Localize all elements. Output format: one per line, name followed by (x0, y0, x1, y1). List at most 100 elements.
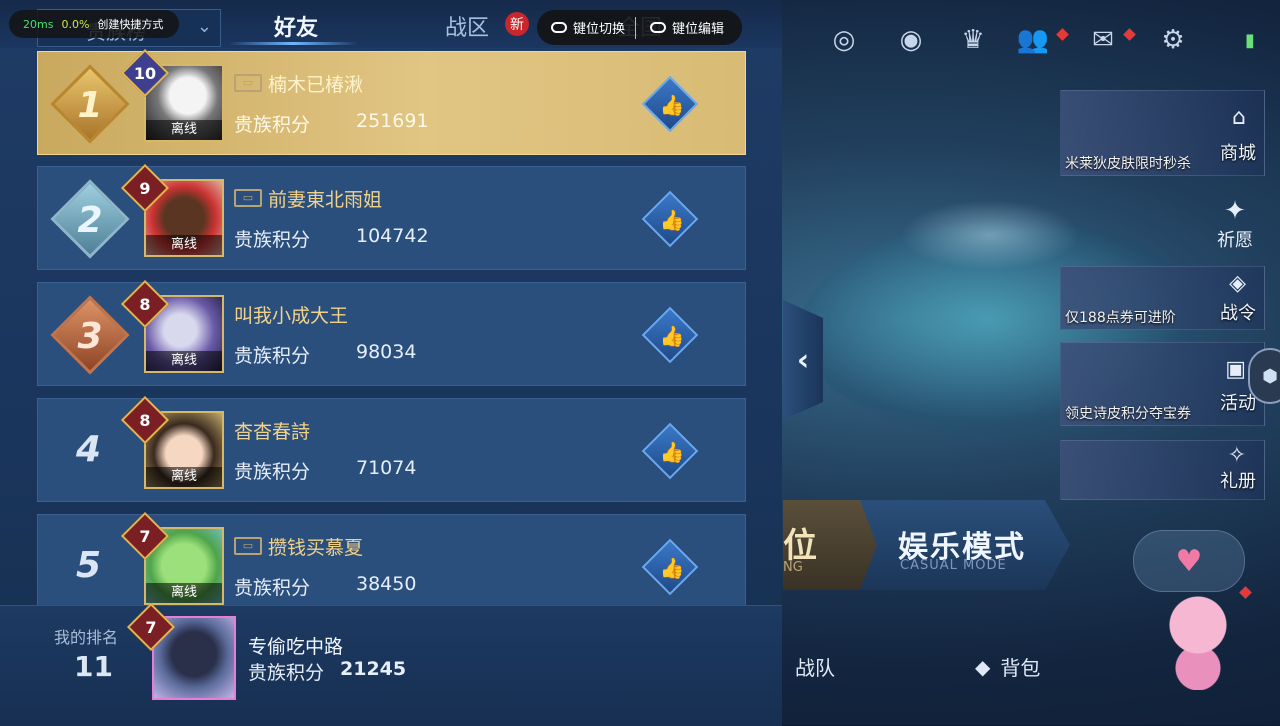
my-score-value: 21245 (340, 658, 407, 680)
thumbs-up-icon[interactable]: 👍 (652, 551, 692, 585)
score-value: 71074 (356, 457, 417, 479)
leaderboard-row[interactable]: 3 离线 8 叫我小成大王 贵族积分 98034 👍 (37, 279, 746, 386)
key-switch-label: 键位切换 (573, 22, 626, 37)
level-badge: 8 (120, 395, 170, 445)
wish-label: 祈愿 (1217, 230, 1253, 251)
trophy-icon[interactable]: ♛ (955, 22, 991, 58)
rank-badge-gold: 1 (50, 64, 130, 144)
eye-icon[interactable]: ◉ (893, 22, 929, 58)
events-caption: 领史诗皮积分夺宝券 (1065, 406, 1191, 422)
rank-badge-silver: 2 (50, 179, 130, 259)
gift-book-card[interactable]: ✧ 礼册 (1060, 440, 1265, 500)
level-badge: 7 (120, 511, 170, 561)
my-player-name: 专偷吃中路 (248, 636, 344, 658)
gamepad-icon (551, 22, 567, 33)
floating-menu-button[interactable]: ⬢ (1248, 348, 1280, 404)
wish-icon: ✦ (1224, 196, 1246, 226)
notification-dot (1123, 28, 1136, 41)
nav-bag[interactable]: ◆ 背包 (975, 652, 1040, 681)
target-icon[interactable]: ◎ (826, 22, 862, 58)
friend-tag-icon: ▭ (234, 74, 262, 92)
mascot-character[interactable] (1158, 590, 1238, 690)
keymap-toolbar: 键位切换 键位编辑 (537, 10, 742, 45)
battle-pass-card[interactable]: ◈ 战令 仅188点券可进阶 (1060, 266, 1265, 330)
player-name: 前妻東北雨姐 (268, 189, 383, 211)
player-name: 楠木已椿湫 (268, 74, 364, 96)
rank-number: 3 (77, 315, 103, 357)
score-value: 251691 (356, 110, 429, 132)
score-label: 贵族积分 (234, 229, 311, 251)
active-tab-indicator (228, 42, 358, 45)
level-number: 7 (139, 526, 151, 546)
ranked-mode-sub: NG (783, 560, 803, 575)
gift-book-icon: ✧ (1227, 443, 1246, 468)
offline-status: 离线 (146, 351, 222, 371)
tab-friends[interactable]: 好友 (274, 10, 318, 42)
thumbs-up-icon[interactable]: 👍 (652, 203, 692, 237)
collapse-panel-button[interactable]: ‹ (783, 300, 823, 420)
battery-icon: ▮ (1245, 29, 1255, 51)
shop-icon: ⌂ (1232, 105, 1246, 130)
leaderboard-row[interactable]: 4 离线 8 杳杳春詩 贵族积分 71074 👍 (37, 395, 746, 502)
level-number: 10 (133, 63, 157, 83)
gamepad-icon (650, 22, 667, 33)
player-name: 攒钱买慕夏 (268, 537, 364, 559)
tab-region[interactable]: 战区 (445, 10, 489, 42)
shop-caption: 米莱狄皮肤限时秒杀 (1065, 156, 1191, 172)
cpu-value: 0.0% (61, 17, 90, 31)
settings-gear-icon[interactable]: ⚙ (1155, 22, 1191, 58)
leaderboard-row[interactable]: 1 离线 10 ▭ 楠木已椿湫 贵族积分 251691 👍 (37, 48, 746, 155)
key-edit-button[interactable]: 键位编辑 (636, 18, 734, 37)
shop-card[interactable]: ⌂ 商城 米莱狄皮肤限时秒杀 (1060, 90, 1265, 176)
score-label: 贵族积分 (248, 662, 325, 684)
shop-label: 商城 (1220, 143, 1256, 164)
score-label: 贵族积分 (234, 461, 311, 483)
heart-icon[interactable]: ♥ (1133, 530, 1245, 592)
nav-bag-label: 背包 (1000, 656, 1041, 680)
level-number: 7 (145, 617, 157, 637)
shortcut-hint[interactable]: 创建快捷方式 (97, 16, 163, 32)
offline-status: 离线 (146, 235, 222, 255)
level-badge: 9 (120, 163, 170, 213)
casual-mode-sub: CASUAL MODE (900, 558, 1007, 573)
wish-button[interactable]: ✦ 祈愿 (1205, 196, 1265, 252)
rank-badge-bronze: 3 (50, 295, 130, 375)
score-value: 98034 (356, 341, 417, 363)
bag-icon: ◆ (975, 654, 991, 679)
friend-tag-icon: ▭ (234, 189, 262, 207)
events-card[interactable]: ▣ 活动 领史诗皮积分夺宝券 (1060, 342, 1265, 426)
events-icon: ▣ (1225, 357, 1246, 382)
ping-value: 20ms (23, 17, 54, 31)
notification-dot (1239, 586, 1252, 599)
battle-pass-caption: 仅188点券可进阶 (1065, 310, 1176, 326)
player-name: 叫我小成大王 (234, 305, 349, 327)
player-name: 杳杳春詩 (234, 421, 311, 443)
mail-icon[interactable]: ✉ (1085, 22, 1121, 58)
offline-status: 离线 (146, 583, 222, 603)
leaderboard-row[interactable]: 5 离线 7 ▭ 攒钱买慕夏 贵族积分 38450 👍 (37, 511, 746, 618)
score-value: 38450 (356, 573, 417, 595)
casual-mode-button[interactable]: 娱乐模式 CASUAL MODE (860, 500, 1070, 590)
offline-status: 离线 (146, 467, 222, 487)
rank-number: 2 (77, 199, 103, 241)
score-label: 贵族积分 (234, 345, 311, 367)
chevron-down-icon: ⌄ (196, 16, 212, 37)
level-badge: 8 (120, 279, 170, 329)
gift-book-label: 礼册 (1220, 471, 1256, 492)
level-number: 8 (139, 410, 151, 430)
lobby-artwork-cloud (900, 200, 1080, 270)
thumbs-up-icon[interactable]: 👍 (652, 435, 692, 469)
offline-status: 离线 (146, 120, 222, 140)
key-switch-button[interactable]: 键位切换 (537, 18, 635, 37)
leaderboard-row[interactable]: 2 离线 9 ▭ 前妻東北雨姐 贵族积分 104742 👍 (37, 163, 746, 270)
thumbs-up-icon[interactable]: 👍 (652, 88, 692, 122)
nav-team[interactable]: 战队 (795, 652, 835, 681)
key-edit-label: 键位编辑 (672, 22, 725, 37)
score-label: 贵族积分 (234, 577, 311, 599)
battle-pass-icon: ◈ (1229, 271, 1246, 296)
my-rank-label: 我的排名 (54, 628, 119, 647)
friends-icon[interactable]: 👥 (1015, 22, 1051, 58)
my-rank-bar: 我的排名 11 7 专偷吃中路 贵族积分 21245 (0, 602, 782, 726)
level-number: 8 (139, 294, 151, 314)
thumbs-up-icon[interactable]: 👍 (652, 319, 692, 353)
